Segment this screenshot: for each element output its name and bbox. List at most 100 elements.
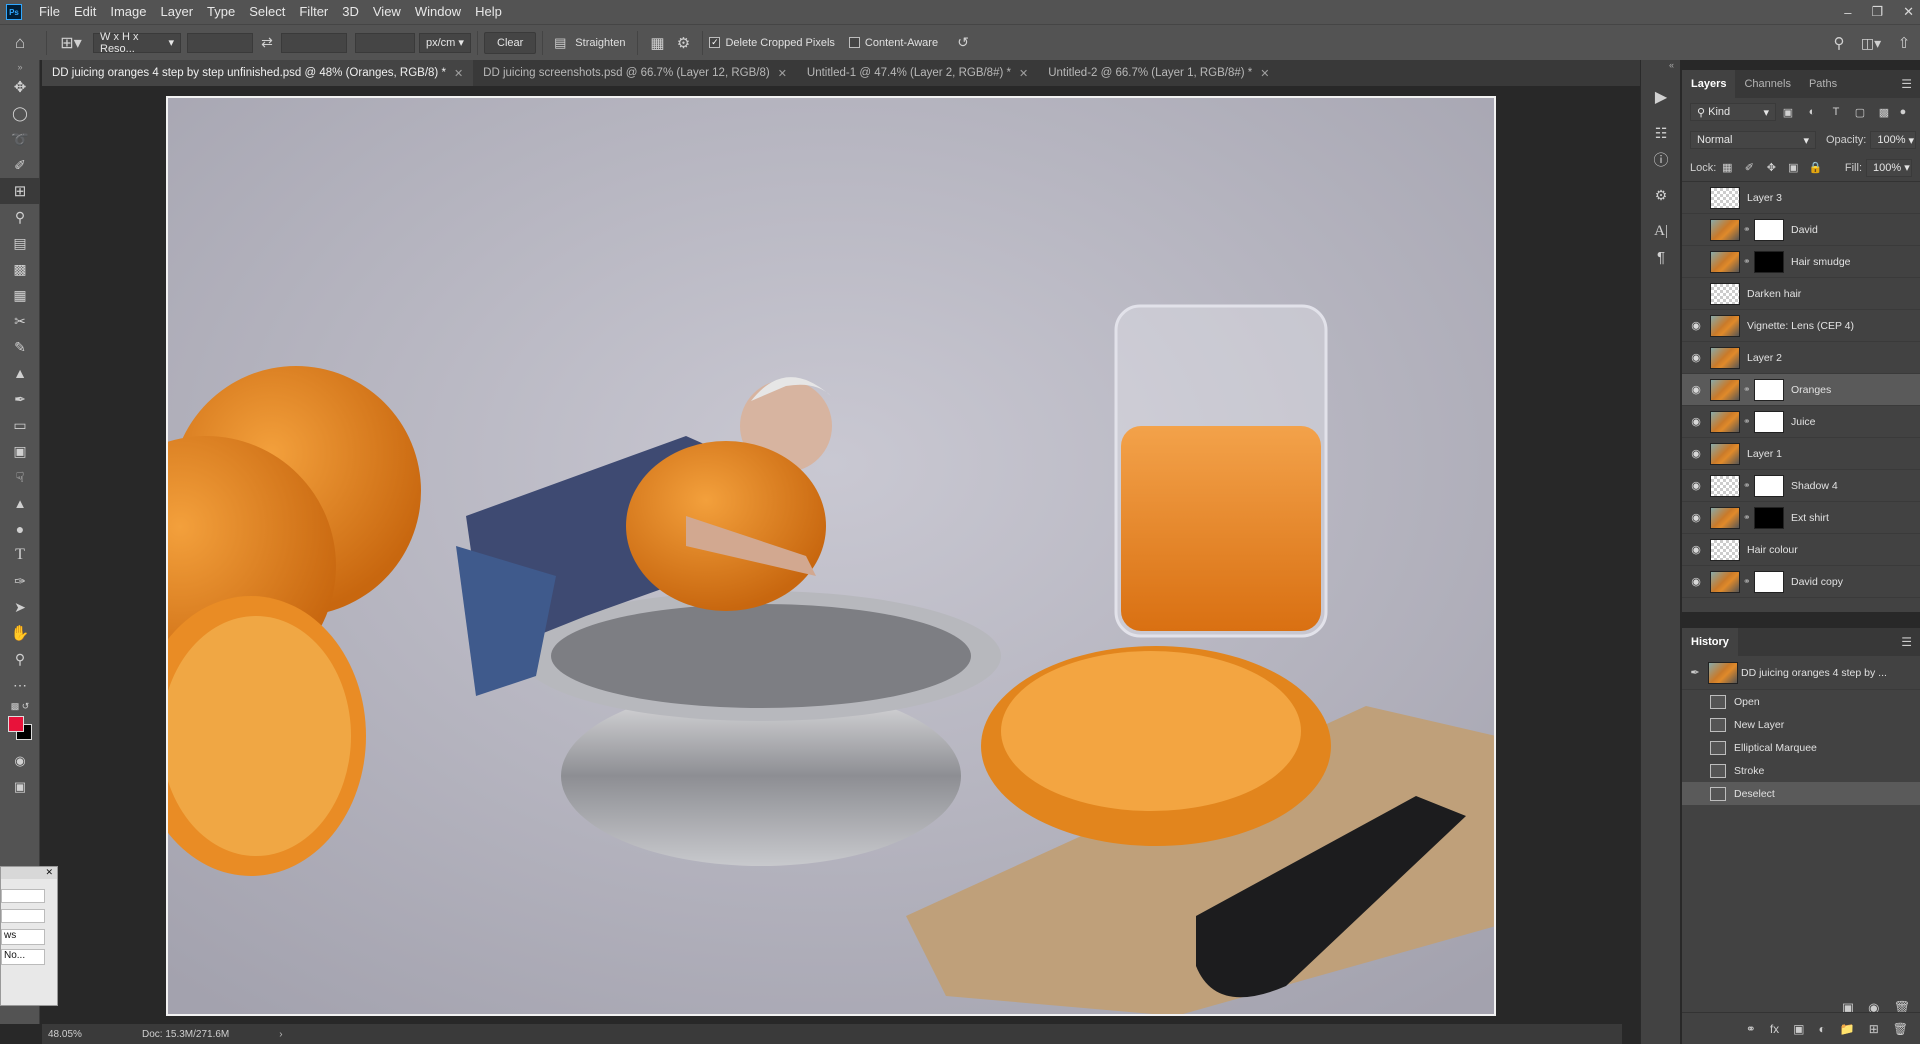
crop-tool-icon[interactable]: ⊞: [0, 178, 40, 204]
document-tab[interactable]: DD juicing screenshots.psd @ 66.7% (Laye…: [473, 60, 797, 86]
document-tab[interactable]: Untitled-2 @ 66.7% (Layer 1, RGB/8#) * ✕: [1038, 60, 1279, 86]
tab-channels[interactable]: Channels: [1735, 70, 1799, 98]
collapse-toolbar-icon[interactable]: »: [0, 60, 40, 74]
straighten-icon[interactable]: ▤: [549, 35, 571, 51]
dodge-icon[interactable]: ●: [0, 516, 40, 542]
menu-edit[interactable]: Edit: [67, 0, 103, 24]
add-mask-icon[interactable]: ▣: [1793, 1022, 1804, 1036]
fill-input[interactable]: 100% ▾: [1866, 158, 1912, 177]
resolution-input[interactable]: [355, 32, 415, 53]
panel-field[interactable]: [1, 909, 45, 923]
layer-row[interactable]: ◉ Layer 1: [1682, 438, 1920, 470]
info-icon[interactable]: ⓘ: [1641, 146, 1681, 172]
hand-tool-icon[interactable]: ✋: [0, 620, 40, 646]
overlay-grid-icon[interactable]: ▦: [644, 34, 670, 52]
menu-3d[interactable]: 3D: [335, 0, 366, 24]
sharpen-icon[interactable]: ▲: [0, 490, 40, 516]
new-layer-icon[interactable]: ⊞: [1869, 1022, 1879, 1036]
patch-icon[interactable]: ▩: [0, 256, 40, 282]
content-aware-move-icon[interactable]: ▦: [0, 282, 40, 308]
mask-link-icon[interactable]: ⚭: [1743, 256, 1751, 267]
visibility-eye-icon[interactable]: ◉: [1682, 543, 1710, 556]
new-group-icon[interactable]: 📁: [1840, 1022, 1855, 1036]
foreground-color-swatch[interactable]: [8, 716, 24, 732]
filter-type-icon[interactable]: T: [1824, 106, 1848, 118]
history-state[interactable]: Open: [1682, 690, 1920, 713]
layer-mask-thumbnail[interactable]: [1754, 410, 1784, 433]
history-state[interactable]: Elliptical Marquee: [1682, 736, 1920, 759]
libraries-icon[interactable]: ☷: [1641, 120, 1681, 146]
gear-icon[interactable]: ⚙: [670, 34, 696, 52]
layer-row[interactable]: Darken hair: [1682, 278, 1920, 310]
fx-icon[interactable]: fx: [1770, 1022, 1779, 1036]
history-state[interactable]: New Layer: [1682, 713, 1920, 736]
layer-row[interactable]: ◉ ⚭ Shadow 4: [1682, 470, 1920, 502]
menu-type[interactable]: Type: [200, 0, 242, 24]
scissors-icon[interactable]: ✂: [0, 308, 40, 334]
lasso-icon[interactable]: ➰: [0, 126, 40, 152]
height-input[interactable]: [281, 32, 347, 53]
menu-filter[interactable]: Filter: [292, 0, 335, 24]
zoom-level[interactable]: 48.05%: [48, 1029, 118, 1040]
zoom-tool-icon[interactable]: ⚲: [0, 646, 40, 672]
straighten-label[interactable]: Straighten: [575, 37, 625, 49]
visibility-eye-icon[interactable]: ◉: [1682, 351, 1710, 364]
visibility-eye-icon[interactable]: ◉: [1682, 575, 1710, 588]
tab-layers[interactable]: Layers: [1682, 70, 1736, 98]
brush-icon[interactable]: ✎: [0, 334, 40, 360]
filter-shape-icon[interactable]: ▢: [1848, 106, 1872, 119]
mask-link-icon[interactable]: ⚭: [1743, 512, 1751, 523]
document-tab[interactable]: DD juicing oranges 4 step by step unfini…: [42, 60, 474, 86]
history-brush-source-icon[interactable]: ✒: [1682, 666, 1708, 679]
play-action-icon[interactable]: ▶: [1641, 84, 1681, 110]
quick-selection-icon[interactable]: ✐: [0, 152, 40, 178]
reset-icon[interactable]: ↺: [948, 34, 978, 51]
gradient-icon[interactable]: ▣: [0, 438, 40, 464]
pen-tool-icon[interactable]: ✑: [0, 568, 40, 594]
home-icon[interactable]: ⌂: [0, 33, 40, 53]
default-colors-icon[interactable]: ▩ ↺: [0, 698, 40, 714]
layer-mask-thumbnail[interactable]: [1754, 218, 1784, 241]
history-state[interactable]: Deselect: [1682, 782, 1920, 805]
lock-artboard-icon[interactable]: ▣: [1782, 161, 1804, 174]
move-tool-icon[interactable]: ✥: [0, 74, 40, 100]
more-tools-icon[interactable]: ⋯: [0, 672, 40, 698]
layer-row[interactable]: ◉ ⚭ Ext shirt: [1682, 502, 1920, 534]
status-menu-icon[interactable]: ›: [279, 1029, 282, 1040]
clone-stamp-icon[interactable]: ▲: [0, 360, 40, 386]
layer-mask-thumbnail[interactable]: [1754, 506, 1784, 529]
layer-row[interactable]: ◉ ⚭ Oranges: [1682, 374, 1920, 406]
visibility-eye-icon[interactable]: ◉: [1682, 415, 1710, 428]
restore-icon[interactable]: ❐: [1871, 4, 1883, 20]
mask-link-icon[interactable]: ⚭: [1743, 576, 1751, 587]
crop-tool-preset-icon[interactable]: ⊞▾: [53, 33, 89, 53]
menu-view[interactable]: View: [366, 0, 408, 24]
filter-adjustment-icon[interactable]: ◐: [1800, 106, 1824, 118]
lock-position-icon[interactable]: ✥: [1760, 161, 1782, 174]
smudge-icon[interactable]: ☟: [0, 464, 40, 490]
layer-row[interactable]: ⚭ Hair smudge: [1682, 246, 1920, 278]
search-icon[interactable]: ⚲: [1824, 34, 1854, 52]
adjustment-layer-icon[interactable]: ◐: [1819, 1022, 1826, 1036]
width-input[interactable]: [187, 32, 253, 53]
history-snapshot[interactable]: ✒ DD juicing oranges 4 step by ...: [1682, 656, 1920, 690]
visibility-eye-icon[interactable]: ◉: [1682, 511, 1710, 524]
eraser-icon[interactable]: ▭: [0, 412, 40, 438]
ratio-select[interactable]: W x H x Reso... ▾: [93, 31, 181, 55]
character-icon[interactable]: A|: [1641, 218, 1681, 244]
filter-kind-select[interactable]: ⚲ Kind ▾: [1690, 103, 1776, 121]
quick-mask-icon[interactable]: ◉: [0, 748, 40, 774]
history-state[interactable]: Stroke: [1682, 759, 1920, 782]
layer-mask-thumbnail[interactable]: [1754, 378, 1784, 401]
swap-icon[interactable]: ⇄: [253, 34, 281, 51]
mask-link-icon[interactable]: ⚭: [1743, 224, 1751, 235]
layer-row[interactable]: Layer 3: [1682, 182, 1920, 214]
layer-row[interactable]: ◉ Layer 2: [1682, 342, 1920, 374]
layer-row[interactable]: ◉ ⚭ David copy: [1682, 566, 1920, 598]
minimize-icon[interactable]: –: [1844, 5, 1851, 20]
panel-menu-icon[interactable]: ☰: [1901, 77, 1912, 91]
link-layers-icon[interactable]: ⚭: [1746, 1022, 1756, 1036]
healing-brush-icon[interactable]: ▤: [0, 230, 40, 256]
menu-file[interactable]: File: [32, 0, 67, 24]
menu-select[interactable]: Select: [242, 0, 292, 24]
